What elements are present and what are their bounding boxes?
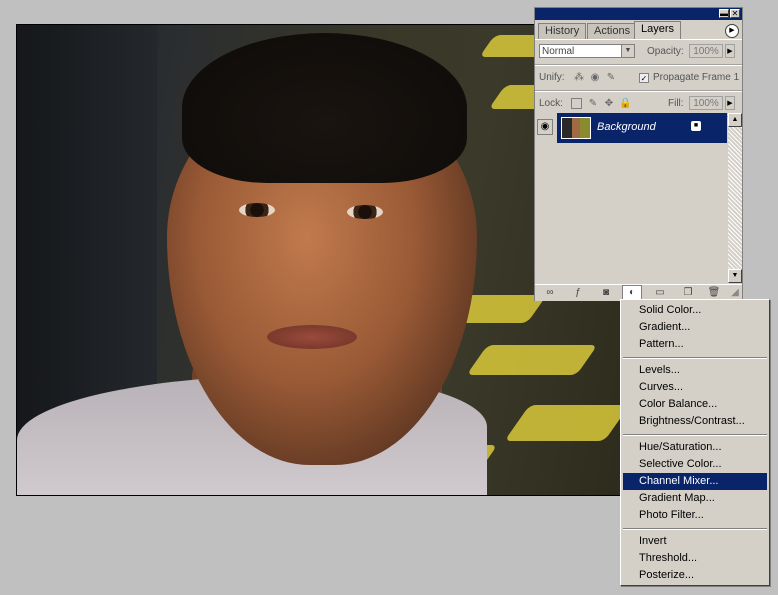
- menu-separator: [623, 357, 767, 359]
- menu-item-gradient-map[interactable]: Gradient Map...: [623, 490, 767, 507]
- menu-item-pattern[interactable]: Pattern...: [623, 336, 767, 353]
- menu-item-brightness-contrast[interactable]: Brightness/Contrast...: [623, 413, 767, 430]
- fill-slider-arrow-icon[interactable]: ▶: [725, 96, 735, 110]
- fill-field[interactable]: 100%: [689, 96, 723, 110]
- unify-style-icon[interactable]: ✎: [605, 72, 617, 84]
- menu-item-hue-saturation[interactable]: Hue/Saturation...: [623, 439, 767, 456]
- mouth: [267, 325, 357, 349]
- propagate-frame-checkbox[interactable]: ✓: [639, 73, 649, 83]
- menu-item-gradient[interactable]: Gradient...: [623, 319, 767, 336]
- menu-item-curves[interactable]: Curves...: [623, 379, 767, 396]
- menu-item-channel-mixer[interactable]: Channel Mixer...: [623, 473, 767, 490]
- scroll-down-icon[interactable]: ▼: [728, 269, 742, 283]
- chevron-down-icon[interactable]: ▼: [621, 45, 634, 57]
- blend-opacity-row: Normal ▼ Opacity: 100% ▶: [535, 39, 742, 65]
- lock-move-icon[interactable]: ✥: [603, 98, 615, 110]
- menu-item-invert[interactable]: Invert: [623, 533, 767, 550]
- unify-label: Unify:: [539, 72, 565, 83]
- layer-selected[interactable]: Background ■: [557, 113, 727, 143]
- yellow-stripe: [466, 345, 598, 375]
- layer-mask-icon[interactable]: ◙: [599, 287, 613, 299]
- opacity-field[interactable]: 100%: [689, 44, 723, 58]
- lock-transparency-icon[interactable]: [571, 98, 582, 109]
- tab-history[interactable]: History: [538, 23, 587, 39]
- layers-list: ◉ Background ■: [535, 113, 727, 283]
- propagate-label: Propagate Frame 1: [653, 72, 740, 83]
- unify-visibility-icon[interactable]: ◉: [589, 72, 601, 84]
- layer-lock-icon: ■: [691, 121, 701, 131]
- menu-item-levels[interactable]: Levels...: [623, 362, 767, 379]
- menu-separator: [623, 528, 767, 530]
- tab-layers[interactable]: Layers: [634, 21, 682, 40]
- blend-mode-value: Normal: [542, 46, 575, 57]
- lock-label: Lock:: [539, 98, 563, 109]
- lock-brush-icon[interactable]: ✎: [587, 98, 599, 110]
- palette-tabs: History Actions Layers ▶: [535, 21, 742, 40]
- menu-separator: [623, 434, 767, 436]
- layer-thumbnail: [561, 117, 591, 139]
- hair: [182, 33, 467, 183]
- fill-label: Fill:: [668, 98, 684, 109]
- visibility-eye-icon[interactable]: ◉: [537, 119, 553, 135]
- resize-grip-icon[interactable]: ◢: [728, 287, 742, 299]
- palette-menu-arrow-icon[interactable]: ▶: [725, 24, 739, 38]
- minimize-icon[interactable]: ▬: [719, 9, 729, 18]
- lock-all-icon[interactable]: 🔒: [619, 98, 631, 110]
- new-layer-icon[interactable]: ❐: [681, 287, 695, 299]
- right-eye: [347, 205, 383, 219]
- palette-titlebar[interactable]: ▬ ✕: [535, 8, 742, 20]
- adjustment-layer-menu: Solid Color... Gradient... Pattern... Le…: [620, 299, 770, 586]
- yellow-stripe: [504, 405, 629, 441]
- layer-row-background[interactable]: ◉ Background ■: [535, 113, 727, 143]
- trash-icon[interactable]: 🗑: [707, 287, 721, 299]
- unify-position-icon[interactable]: ⁂: [573, 72, 585, 84]
- layers-scrollbar[interactable]: ▲ ▼: [728, 113, 742, 283]
- left-eye: [239, 203, 275, 217]
- menu-item-photo-filter[interactable]: Photo Filter...: [623, 507, 767, 524]
- layer-style-icon[interactable]: ƒ: [571, 287, 585, 299]
- scroll-up-icon[interactable]: ▲: [728, 113, 742, 127]
- opacity-slider-arrow-icon[interactable]: ▶: [725, 44, 735, 58]
- menu-item-color-balance[interactable]: Color Balance...: [623, 396, 767, 413]
- layers-palette: ▬ ✕ History Actions Layers ▶ Normal ▼ Op…: [534, 7, 743, 301]
- link-layers-icon[interactable]: ∞: [543, 287, 557, 299]
- tab-actions[interactable]: Actions: [587, 23, 638, 39]
- menu-item-posterize[interactable]: Posterize...: [623, 567, 767, 584]
- menu-item-selective-color[interactable]: Selective Color...: [623, 456, 767, 473]
- new-group-icon[interactable]: ▭: [653, 287, 667, 299]
- unify-row: Unify: ⁂ ◉ ✎ ✓ Propagate Frame 1: [535, 65, 742, 91]
- layer-name: Background: [597, 121, 656, 133]
- blend-mode-select[interactable]: Normal ▼: [539, 44, 635, 58]
- menu-item-solid-color[interactable]: Solid Color...: [623, 302, 767, 319]
- close-icon[interactable]: ✕: [730, 9, 740, 18]
- menu-item-threshold[interactable]: Threshold...: [623, 550, 767, 567]
- opacity-label: Opacity:: [647, 46, 684, 57]
